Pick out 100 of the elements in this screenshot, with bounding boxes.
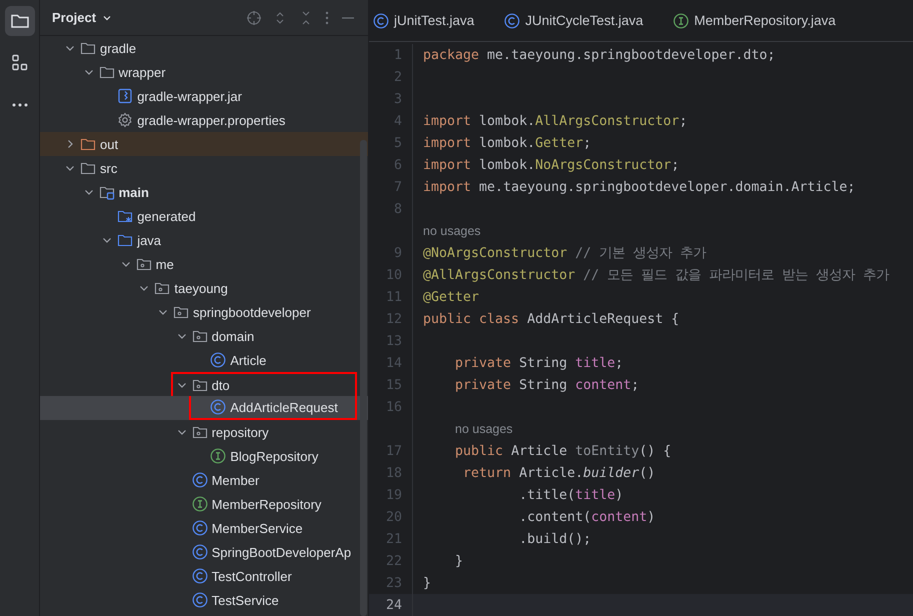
code-line: import lombok.Getter;	[423, 136, 592, 150]
tree-item[interactable]: gradle-wrapper.jar	[40, 84, 368, 108]
package-folder-icon	[136, 256, 152, 272]
code-line: @NoArgsConstructor // 기본 생성자 추가	[423, 245, 706, 262]
tree-item[interactable]: MemberService	[40, 516, 368, 540]
item-label: MemberService	[212, 520, 303, 536]
tree-item[interactable]: TestController	[40, 564, 368, 588]
class-icon	[210, 399, 226, 415]
code-line: public class AddArticleRequest {	[423, 312, 680, 326]
tree-item[interactable]: java	[40, 228, 368, 252]
archive-icon	[117, 88, 134, 104]
code-line: @AllArgsConstructor // 모든 필드 값을 파라미터로 받는 생성자 추가	[423, 267, 890, 284]
code-line: package me.taeyoung.springbootdeveloper.dto;	[423, 48, 776, 62]
tree-item[interactable]: repository	[40, 420, 368, 444]
tree-item[interactable]: src	[40, 156, 368, 180]
code-line: private String content;	[454, 378, 640, 392]
folder-icon	[98, 64, 115, 80]
tree-item[interactable]: Member	[40, 468, 368, 492]
line-number: 24	[384, 598, 402, 612]
item-label: gradle-wrapper.jar	[137, 88, 242, 104]
panel-title[interactable]: Project	[52, 10, 96, 25]
tool-window-button[interactable]	[4, 6, 34, 36]
folder-icon	[117, 208, 134, 224]
gear-icon	[117, 112, 134, 128]
class-icon	[192, 544, 208, 560]
tree-item[interactable]: wrapper	[40, 60, 368, 84]
tree-item[interactable]: generated	[40, 204, 368, 228]
code-line: import me.taeyoung.springbootdeveloper.domain.Article;	[423, 180, 856, 194]
item-label: AddArticleRequest	[230, 400, 338, 414]
tree-item[interactable]: domain	[40, 324, 368, 348]
tree-item[interactable]: Article	[40, 348, 368, 372]
item-label: wrapper	[118, 64, 166, 80]
item-label: generated	[137, 208, 196, 224]
code-line: private String title;	[454, 356, 624, 370]
tree-item[interactable]: BlogRepository	[40, 444, 368, 468]
tree-item[interactable]: main	[40, 180, 368, 204]
code-line: return Article.builder()	[462, 466, 656, 480]
interface-icon	[210, 448, 226, 464]
more-options-icon[interactable]	[324, 10, 330, 26]
code-line: public Article toEntity() {	[454, 444, 672, 458]
editor-tab[interactable]: jUnitTest.java	[373, 8, 474, 32]
editor-tab[interactable]: MemberRepository.java	[673, 8, 836, 32]
structure-icon[interactable]	[10, 53, 30, 73]
class-icon	[192, 472, 208, 488]
item-label: me	[156, 256, 174, 272]
item-label: MemberRepository	[212, 496, 322, 512]
scrollbar-thumb[interactable]	[360, 140, 367, 616]
item-label: gradle	[100, 40, 136, 56]
item-label: springbootdeveloper	[193, 304, 311, 320]
folder-icon	[117, 232, 134, 248]
class-icon	[373, 12, 389, 28]
tree-item[interactable]: springbootdeveloper	[40, 300, 368, 324]
tree-item[interactable]: gradle	[40, 36, 368, 60]
package-folder-icon	[154, 280, 170, 296]
usage-hint: no usages	[423, 224, 481, 238]
item-label: main	[118, 184, 149, 200]
item-label: java	[137, 232, 162, 248]
class-icon	[192, 592, 208, 608]
item-label: gradle-wrapper.properties	[137, 112, 286, 128]
tree-item[interactable]: TestService	[40, 588, 368, 612]
code-line: .title(title)	[518, 488, 624, 502]
folder-icon	[80, 160, 96, 176]
code-line: import lombok.AllArgsConstructor;	[423, 114, 688, 128]
usage-hint: no usages	[454, 422, 513, 436]
tree-item[interactable]: AddArticleRequest	[40, 396, 368, 420]
package-folder-icon	[173, 304, 189, 320]
tree-item[interactable]: taeyoung	[40, 276, 368, 300]
class-icon	[192, 520, 208, 536]
item-label: TestService	[212, 592, 279, 608]
tree-item[interactable]: me	[40, 252, 368, 276]
editor-tab[interactable]: JUnitCycleTest.java	[504, 8, 644, 32]
folder-icon	[80, 40, 96, 56]
locate-icon[interactable]	[246, 10, 262, 26]
code-line: }	[423, 576, 432, 590]
tree-item[interactable]: out	[40, 132, 368, 156]
item-label: dto	[212, 378, 230, 392]
item-label: BlogRepository	[230, 448, 318, 464]
item-label: repository	[212, 424, 269, 440]
item-label: domain	[212, 328, 254, 344]
item-label: Member	[212, 472, 260, 488]
class-icon	[504, 12, 520, 28]
code-line: import lombok.NoArgsConstructor;	[423, 158, 680, 172]
folder-icon	[98, 184, 115, 200]
item-label: Article	[230, 352, 266, 368]
tree-item[interactable]: MemberRepository	[40, 492, 368, 516]
item-label: src	[100, 160, 118, 176]
code-line: .build();	[518, 532, 592, 546]
interface-icon	[673, 12, 690, 28]
item-label: out	[100, 136, 118, 152]
code-line: }	[454, 554, 464, 568]
class-icon	[210, 352, 226, 368]
interface-icon	[192, 496, 208, 512]
tree-item[interactable]: gradle-wrapper.properties	[40, 108, 368, 132]
folder-icon	[80, 136, 96, 152]
item-label: TestController	[212, 568, 292, 584]
code-line: .content(content)	[518, 510, 656, 524]
item-label: taeyoung	[174, 280, 228, 296]
package-folder-icon	[192, 328, 208, 344]
tree-item[interactable]: SpringBootDeveloperAp	[40, 540, 368, 564]
package-folder-icon	[192, 424, 208, 440]
